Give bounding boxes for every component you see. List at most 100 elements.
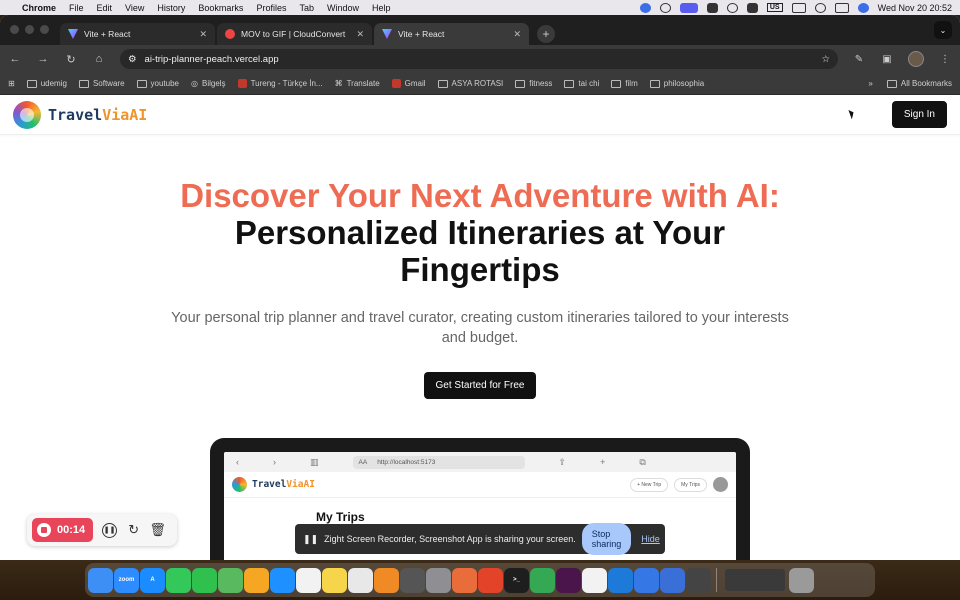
vmware-icon[interactable] <box>660 567 685 593</box>
menu-window[interactable]: Window <box>327 3 359 13</box>
mongodb-icon[interactable] <box>582 567 607 593</box>
tab-search-button[interactable]: ⌄ <box>934 21 952 39</box>
menu-app-name[interactable]: Chrome <box>22 3 56 13</box>
back-icon[interactable]: ← <box>8 53 22 65</box>
menu-tab[interactable]: Tab <box>299 3 314 13</box>
cat-status-icon[interactable] <box>746 2 758 13</box>
mock-new-trip-button: + New Trip <box>630 477 669 492</box>
photos-icon[interactable] <box>244 567 269 593</box>
mock-address-bar: AA http://localhost:5173 <box>352 455 525 469</box>
finder-icon[interactable] <box>88 567 113 593</box>
close-tab-icon[interactable]: ✕ <box>513 29 521 40</box>
maps-icon[interactable] <box>218 567 243 593</box>
menu-edit[interactable]: Edit <box>97 3 113 13</box>
hide-sharing-bar-link[interactable]: Hide <box>641 534 660 544</box>
reload-icon[interactable]: ↻ <box>64 53 78 66</box>
screen-recorder-status-icon[interactable] <box>679 2 698 13</box>
discard-recording-icon[interactable]: 🗑 <box>149 522 166 538</box>
reminders-icon[interactable] <box>296 567 321 593</box>
slack-icon[interactable] <box>556 567 581 593</box>
search-icon[interactable] <box>814 2 826 13</box>
zoom-status-icon[interactable] <box>639 2 651 13</box>
forward-icon[interactable]: → <box>36 53 50 65</box>
apps-grid-icon[interactable]: ⊞ <box>8 79 15 88</box>
profile-avatar[interactable] <box>908 51 924 67</box>
close-window-icon[interactable] <box>10 25 19 34</box>
all-bookmarks-button[interactable]: All Bookmarks <box>886 79 952 88</box>
minimize-window-icon[interactable] <box>25 25 34 34</box>
menu-bookmarks[interactable]: Bookmarks <box>198 3 243 13</box>
stop-recording-button[interactable]: 00:14 <box>32 518 94 542</box>
launchpad-icon[interactable] <box>452 567 477 593</box>
menubar-clock[interactable]: Wed Nov 20 20:52 <box>878 3 952 13</box>
app-store-icon[interactable]: A <box>140 567 165 593</box>
new-tab-button[interactable]: + <box>537 25 555 43</box>
chrome-menu-icon[interactable]: ⋮ <box>938 54 952 65</box>
vscode-icon[interactable] <box>608 567 633 593</box>
shazam-status-icon[interactable] <box>706 2 718 13</box>
mock-header-actions: + New Trip My Trips <box>630 477 728 492</box>
gitlab-icon[interactable] <box>478 567 503 593</box>
bookmark-item[interactable]: ASYA ROTASI <box>437 79 503 88</box>
menu-history[interactable]: History <box>157 3 185 13</box>
sign-in-button[interactable]: Sign In <box>891 101 947 128</box>
textedit-icon[interactable] <box>348 567 373 593</box>
browser-tab[interactable]: MOV to GIF | CloudConvert ✕ <box>217 23 372 45</box>
menu-help[interactable]: Help <box>372 3 391 13</box>
bookmark-item[interactable]: Software <box>78 79 125 88</box>
zoom-window-icon[interactable] <box>40 25 49 34</box>
bookmark-item[interactable]: Gmail <box>391 79 426 88</box>
site-info-icon[interactable]: ⚙ <box>128 54 137 65</box>
close-tab-icon[interactable]: ✕ <box>356 29 364 40</box>
close-tab-icon[interactable]: ✕ <box>199 29 207 40</box>
calculator-icon[interactable] <box>400 567 425 593</box>
home-icon[interactable]: ⌂ <box>92 53 106 65</box>
notes-icon[interactable] <box>322 567 347 593</box>
bookmarks-overflow-icon[interactable]: » <box>868 79 872 88</box>
siri-icon[interactable] <box>857 2 869 13</box>
terminal-icon[interactable]: >_ <box>504 567 529 593</box>
zoom-icon[interactable]: zoom <box>114 567 139 593</box>
bookmark-item[interactable]: udemig <box>26 79 67 88</box>
extensions-icon[interactable]: ▣ <box>880 54 894 65</box>
pause-recording-icon[interactable]: ❚❚ <box>102 522 118 538</box>
site-logo-text[interactable]: TravelViaAI <box>48 106 147 124</box>
bookmark-item[interactable]: youtube <box>136 79 179 88</box>
bookmark-item[interactable]: fitness <box>515 79 552 88</box>
pen-extension-icon[interactable]: ✎ <box>852 54 866 65</box>
vpn-status-icon[interactable] <box>659 2 671 13</box>
folder-icon <box>611 79 622 88</box>
messages-icon[interactable] <box>166 567 191 593</box>
get-started-button[interactable]: Get Started for Free <box>423 372 537 399</box>
address-bar[interactable]: ⚙ ai-trip-planner-peach.vercel.app ☆ <box>120 49 838 69</box>
bookmark-item[interactable]: tai chi <box>564 79 599 88</box>
control-center-icon[interactable] <box>834 2 849 13</box>
bookmark-item[interactable]: ⌘ Translate <box>335 79 380 88</box>
menu-profiles[interactable]: Profiles <box>256 3 286 13</box>
chrome-icon[interactable] <box>530 567 555 593</box>
bookmark-star-icon[interactable]: ☆ <box>821 54 830 65</box>
battery-icon[interactable] <box>791 2 806 13</box>
bookmark-item[interactable]: ◎ Bilgelş <box>191 79 226 88</box>
stop-sharing-button[interactable]: Stop sharing <box>581 523 632 555</box>
restart-recording-icon[interactable]: ↻ <box>126 522 141 538</box>
bookmark-item[interactable]: Tureng - Türkçe İn... <box>237 79 323 88</box>
menu-file[interactable]: File <box>69 3 84 13</box>
system-settings-icon[interactable] <box>426 567 451 593</box>
minimized-window-thumbnail[interactable] <box>725 569 785 591</box>
chatgpt-icon[interactable] <box>686 567 711 593</box>
travelviaai-logo-icon[interactable] <box>13 100 41 129</box>
xcode-icon[interactable] <box>634 567 659 593</box>
wifi-icon[interactable] <box>726 2 738 13</box>
trash-icon[interactable] <box>789 567 814 593</box>
url-text[interactable]: ai-trip-planner-peach.vercel.app <box>145 54 814 65</box>
books-icon[interactable] <box>374 567 399 593</box>
input-source-indicator[interactable]: US <box>766 3 783 12</box>
zoom-meetings-icon[interactable] <box>270 567 295 593</box>
facetime-icon[interactable] <box>192 567 217 593</box>
menu-view[interactable]: View <box>125 3 144 13</box>
browser-tab-active[interactable]: Vite + React ✕ <box>374 23 529 45</box>
bookmark-item[interactable]: philosophia <box>649 79 704 88</box>
bookmark-item[interactable]: film <box>611 79 638 88</box>
browser-tab[interactable]: Vite + React ✕ <box>60 23 215 45</box>
